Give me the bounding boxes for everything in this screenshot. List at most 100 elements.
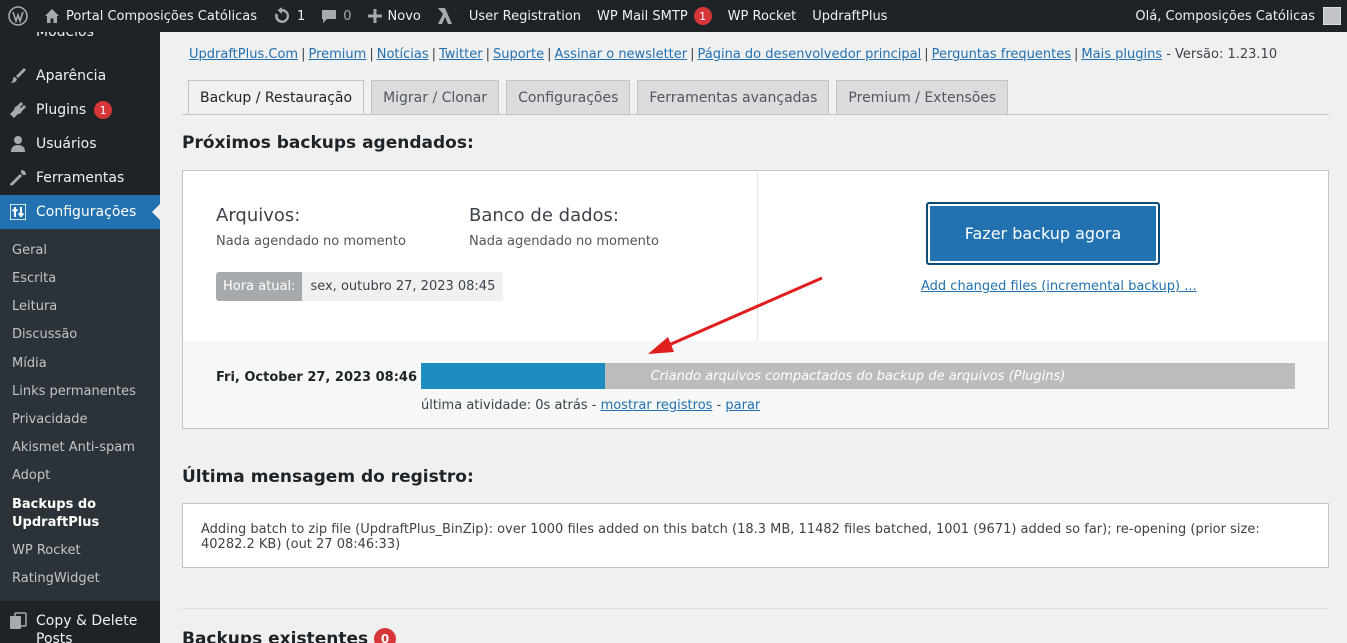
- link-developer-page[interactable]: Página do desenvolvedor principal: [698, 47, 922, 62]
- submenu-item-discussion[interactable]: Discussão: [12, 326, 77, 344]
- database-heading: Banco de dados:: [469, 205, 619, 226]
- submenu-item-permalinks[interactable]: Links permanentes: [12, 383, 136, 401]
- link-twitter[interactable]: Twitter: [439, 47, 483, 62]
- incremental-backup-link[interactable]: Add changed files (incremental backup) .…: [921, 279, 1197, 294]
- site-name: Portal Composições Católicas: [66, 8, 257, 24]
- tab-premium-extensions[interactable]: Premium / Extensões: [836, 80, 1009, 115]
- avatar: [1323, 7, 1341, 25]
- wp-mail-smtp-badge: 1: [693, 7, 712, 25]
- last-log-message: Adding batch to zip file (UpdraftPlus_Bi…: [182, 503, 1329, 568]
- user-registration-link[interactable]: User Registration: [461, 0, 589, 32]
- plugin-links-row: UpdraftPlus.Com | Premium | Notícias | Twitter…: [189, 47, 1278, 62]
- tabs-divider: [182, 114, 1329, 115]
- current-time-label: Hora atual:: [216, 272, 303, 301]
- progress-date: Fri, October 27, 2023 08:46: [216, 370, 417, 385]
- submenu-item-ratingwidget[interactable]: RatingWidget: [12, 570, 100, 588]
- settings-submenu: Geral Escrita Leitura Discussão Mídia Li…: [0, 229, 160, 601]
- updates-link[interactable]: 1: [265, 0, 313, 32]
- scheduled-backups-heading: Próximos backups agendados:: [182, 133, 474, 153]
- wp-rocket-link[interactable]: WP Rocket: [720, 0, 805, 32]
- submenu-item-media[interactable]: Mídia: [12, 355, 47, 373]
- yoast-icon[interactable]: [429, 0, 461, 32]
- show-logs-link[interactable]: mostrar registros: [601, 398, 713, 413]
- sidebar-item-label: Plugins: [36, 102, 87, 118]
- submenu-item-reading[interactable]: Leitura: [12, 298, 57, 316]
- stop-link[interactable]: parar: [725, 398, 760, 413]
- files-schedule-text: Nada agendado no momento: [216, 234, 406, 249]
- submenu-label-line1: Backups do: [12, 497, 97, 512]
- sidebar-item-label: Modelos: [36, 32, 94, 40]
- submenu-item-writing[interactable]: Escrita: [12, 270, 56, 288]
- sidebar-item-label: Ferramentas: [36, 170, 125, 186]
- wp-mail-smtp-label: WP Mail SMTP: [597, 8, 688, 24]
- link-support[interactable]: Suporte: [493, 47, 544, 62]
- wordpress-logo-icon[interactable]: [0, 0, 36, 32]
- submenu-item-privacy[interactable]: Privacidade: [12, 411, 87, 429]
- tab-bar: Backup / Restauração Migrar / Clonar Con…: [188, 80, 1015, 115]
- tab-advanced-tools[interactable]: Ferramentas avançadas: [637, 80, 830, 115]
- tab-migrate-clone[interactable]: Migrar / Clonar: [371, 80, 500, 115]
- site-name-link[interactable]: Portal Composições Católicas: [36, 0, 265, 32]
- backup-now-button[interactable]: Fazer backup agora: [926, 202, 1160, 265]
- settings-sliders-icon: [0, 204, 36, 220]
- files-heading: Arquivos:: [216, 205, 301, 226]
- sidebar-item-label: Usuários: [36, 136, 97, 152]
- main-content: UpdraftPlus.Com | Premium | Notícias | Twitter…: [160, 32, 1347, 643]
- scheduled-backups-panel: Arquivos: Nada agendado no momento Banco…: [182, 170, 1329, 429]
- progress-activity: última atividade: 0s atrás - mostrar reg…: [421, 398, 760, 413]
- sidebar-item-label: Aparência: [36, 68, 107, 84]
- current-arrow: [152, 204, 160, 220]
- current-time: Hora atual: sex, outubro 27, 2023 08:45: [216, 272, 504, 301]
- submenu-item-updraftplus[interactable]: Backups do UpdraftPlus: [12, 496, 99, 532]
- paintbrush-icon: [0, 67, 36, 85]
- progress-status-text: Criando arquivos compactados do backup d…: [650, 368, 1066, 384]
- link-more-plugins[interactable]: Mais plugins: [1081, 47, 1162, 62]
- sidebar-item-settings[interactable]: Configurações: [0, 195, 160, 229]
- submenu-label-line2: UpdraftPlus: [12, 515, 100, 530]
- sidebar-item-plugins[interactable]: Plugins 1: [0, 93, 160, 127]
- link-newsletter[interactable]: Assinar o newsletter: [555, 47, 688, 62]
- database-schedule-text: Nada agendado no momento: [469, 234, 659, 249]
- progress-bar: Criando arquivos compactados do backup d…: [421, 363, 1295, 389]
- link-faq[interactable]: Perguntas frequentes: [932, 47, 1071, 62]
- sidebar-item-users[interactable]: Usuários: [0, 127, 160, 161]
- admin-sidebar: Modelos Aparência Plugins 1 Usuários Fer…: [0, 32, 160, 643]
- new-content-link[interactable]: Novo: [360, 0, 429, 32]
- plugin-icon: [0, 101, 36, 119]
- current-time-value: sex, outubro 27, 2023 08:45: [302, 272, 504, 301]
- updates-count: 1: [296, 8, 306, 24]
- wp-mail-smtp-link[interactable]: WP Mail SMTP 1: [589, 0, 720, 32]
- updraftplus-link[interactable]: UpdraftPlus: [804, 0, 895, 32]
- panel-divider: [757, 171, 758, 341]
- link-premium[interactable]: Premium: [308, 47, 366, 62]
- admin-bar: Portal Composições Católicas 1 0 Novo Us…: [0, 0, 1347, 32]
- plugins-update-badge: 1: [94, 101, 113, 119]
- link-news[interactable]: Notícias: [377, 47, 429, 62]
- comments-count: 0: [343, 8, 352, 24]
- refresh-icon: [275, 7, 290, 23]
- sidebar-item-label: Copy & Delete Posts: [36, 613, 138, 643]
- submenu-item-general[interactable]: Geral: [12, 242, 47, 260]
- sidebar-item-label: Configurações: [36, 204, 137, 220]
- comments-link[interactable]: 0: [313, 0, 359, 32]
- link-updraftplus-com[interactable]: UpdraftPlus.Com: [189, 47, 298, 62]
- my-account[interactable]: Olá, Composições Católicas: [1135, 7, 1347, 25]
- sidebar-item-tools[interactable]: Ferramentas: [0, 161, 160, 195]
- sidebar-item-copy-delete-posts[interactable]: Copy & Delete Posts: [0, 608, 160, 643]
- existing-backups-label: Backups existentes: [182, 629, 369, 643]
- submenu-item-akismet[interactable]: Akismet Anti-spam: [12, 439, 135, 457]
- existing-backups-count: 0: [374, 628, 397, 643]
- plus-icon: [367, 9, 382, 23]
- separator-dash: -: [712, 398, 726, 413]
- user-icon: [0, 135, 36, 153]
- existing-backups-heading: Backups existentes 0: [182, 628, 397, 643]
- backup-progress-area: Fri, October 27, 2023 08:46 Criando arqu…: [183, 341, 1328, 428]
- submenu-item-wp-rocket[interactable]: WP Rocket: [12, 542, 81, 560]
- sidebar-item-appearance[interactable]: Aparência: [0, 59, 160, 93]
- tab-backup-restore[interactable]: Backup / Restauração: [188, 80, 365, 115]
- sidebar-item-models[interactable]: Modelos: [0, 32, 160, 49]
- version-text: - Versão: 1.23.10: [1162, 47, 1278, 62]
- tab-settings[interactable]: Configurações: [506, 80, 631, 115]
- submenu-item-adopt[interactable]: Adopt: [12, 467, 50, 485]
- wrench-icon: [0, 169, 36, 187]
